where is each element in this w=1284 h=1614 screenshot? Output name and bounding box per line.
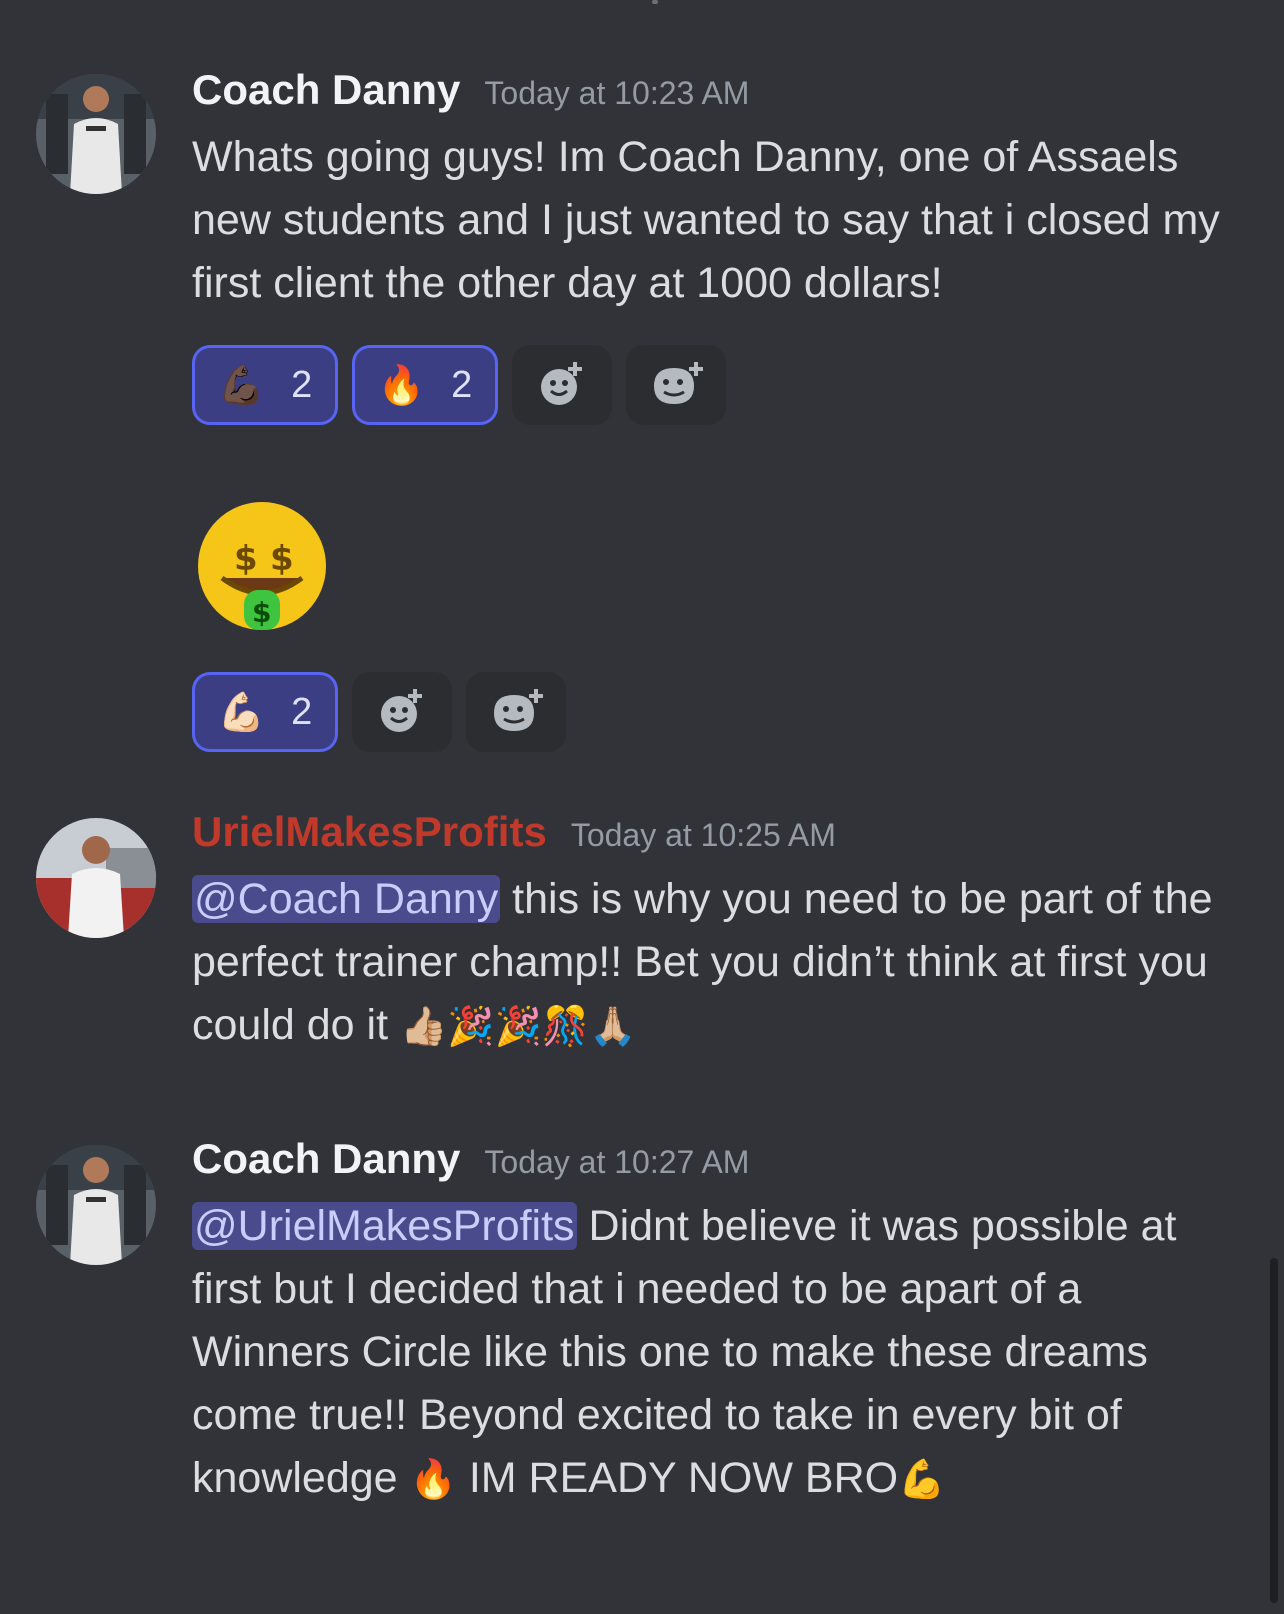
timestamp: Today at 10:25 AM <box>570 817 836 853</box>
svg-text:$: $ <box>270 539 294 579</box>
reaction-flexed-biceps-light[interactable]: 💪🏻 2 <box>192 672 338 752</box>
add-super-reaction-button[interactable] <box>466 672 566 752</box>
super-reaction-icon <box>654 362 703 404</box>
reaction-count: 2 <box>291 690 313 733</box>
reaction-count: 2 <box>291 363 313 406</box>
message-text: @UrielMakesProfits Didnt believe it was … <box>192 1195 1232 1511</box>
timestamp: Today at 10:27 AM <box>484 1144 750 1180</box>
flexed-biceps-icon: 💪 <box>898 1457 946 1501</box>
reaction-fire[interactable]: 🔥 2 <box>352 345 498 425</box>
money-mouth-face-icon: $ $ $ <box>192 498 1232 648</box>
avatar-image <box>36 1145 156 1265</box>
reactions-bar: 💪🏻 2 <box>192 672 1232 756</box>
add-super-reaction-button[interactable] <box>626 345 726 425</box>
message-text: @Coach Danny this is why you need to be … <box>192 868 1232 1058</box>
celebration-emojis: 👍🏼🎉🎉🎊🙏🏼 <box>399 1004 637 1048</box>
super-reaction-icon <box>494 689 543 731</box>
avatar-image <box>36 74 156 194</box>
message-text: Whats going guys! Im Coach Danny, one of… <box>192 133 1220 307</box>
add-reaction-button[interactable] <box>512 345 612 425</box>
avatar-uriel[interactable] <box>36 818 156 938</box>
fire-icon: 🔥 <box>409 1457 457 1501</box>
fire-icon: 🔥 <box>377 362 426 407</box>
add-reaction-button[interactable] <box>352 672 452 752</box>
author-name[interactable]: Coach Danny <box>192 66 460 114</box>
add-reaction-icon <box>381 689 422 732</box>
svg-text:$: $ <box>234 539 258 579</box>
avatar-coach-danny[interactable] <box>36 74 156 194</box>
add-reaction-icon <box>541 362 582 405</box>
timestamp: Today at 10:23 AM <box>484 75 750 111</box>
author-name[interactable]: Coach Danny <box>192 1135 460 1183</box>
svg-text:$: $ <box>252 596 271 629</box>
message-body-2: IM READY NOW BRO <box>456 1454 899 1502</box>
scrollbar[interactable] <box>1270 1258 1278 1603</box>
mention-coach-danny[interactable]: @Coach Danny <box>192 875 501 923</box>
reaction-flexed-biceps-dark[interactable]: 💪🏿 2 <box>192 345 338 425</box>
reaction-count: 2 <box>451 363 473 406</box>
mention-uriel[interactable]: @UrielMakesProfits <box>192 1202 577 1250</box>
flexed-biceps-light-icon: 💪🏻 <box>217 689 266 734</box>
avatar-coach-danny[interactable] <box>36 1145 156 1265</box>
reactions-bar: 💪🏿 2 🔥 2 <box>192 345 1232 429</box>
author-name[interactable]: UrielMakesProfits <box>192 808 547 856</box>
flexed-biceps-dark-icon: 💪🏿 <box>217 362 266 407</box>
scroll-indicator <box>652 0 658 4</box>
avatar-image <box>36 818 156 938</box>
